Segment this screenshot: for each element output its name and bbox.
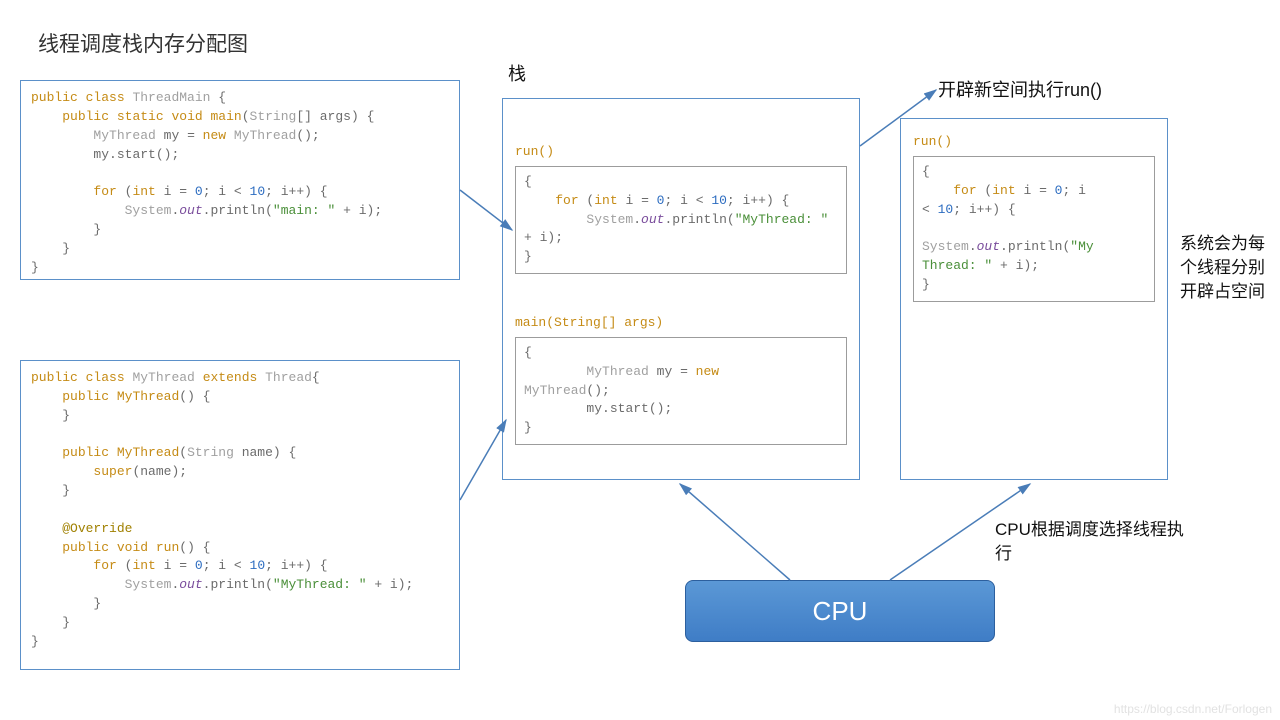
run-label: run() — [515, 143, 847, 162]
new-space-label: 开辟新空间执行run() — [938, 76, 1102, 102]
run-body: { for (int i = 0; i < 10; i++) { System.… — [515, 166, 847, 274]
cpu-note: CPU根据调度选择线程执行 — [995, 518, 1195, 566]
watermark: https://blog.csdn.net/Forlogen — [1114, 702, 1272, 716]
run-body-2: { for (int i = 0; i < 10; i++) { System.… — [913, 156, 1155, 302]
stack-label: 栈 — [508, 60, 526, 86]
main-body: { MyThread my = new MyThread(); my.start… — [515, 337, 847, 445]
code-mythread: public class MyThread extends Thread{ pu… — [20, 360, 460, 670]
stack-new-thread: run() { for (int i = 0; i < 10; i++) { S… — [900, 118, 1168, 480]
diagram-title: 线程调度栈内存分配图 — [38, 28, 248, 58]
system-note: 系统会为每个线程分别开辟占空间 — [1180, 232, 1280, 303]
code-threadmain: public class ThreadMain { public static … — [20, 80, 460, 280]
run-label-2: run() — [913, 133, 1155, 152]
stack-main-thread: run() { for (int i = 0; i < 10; i++) { S… — [502, 98, 860, 480]
main-label: main(String[] args) — [515, 314, 847, 333]
cpu-box: CPU — [685, 580, 995, 642]
